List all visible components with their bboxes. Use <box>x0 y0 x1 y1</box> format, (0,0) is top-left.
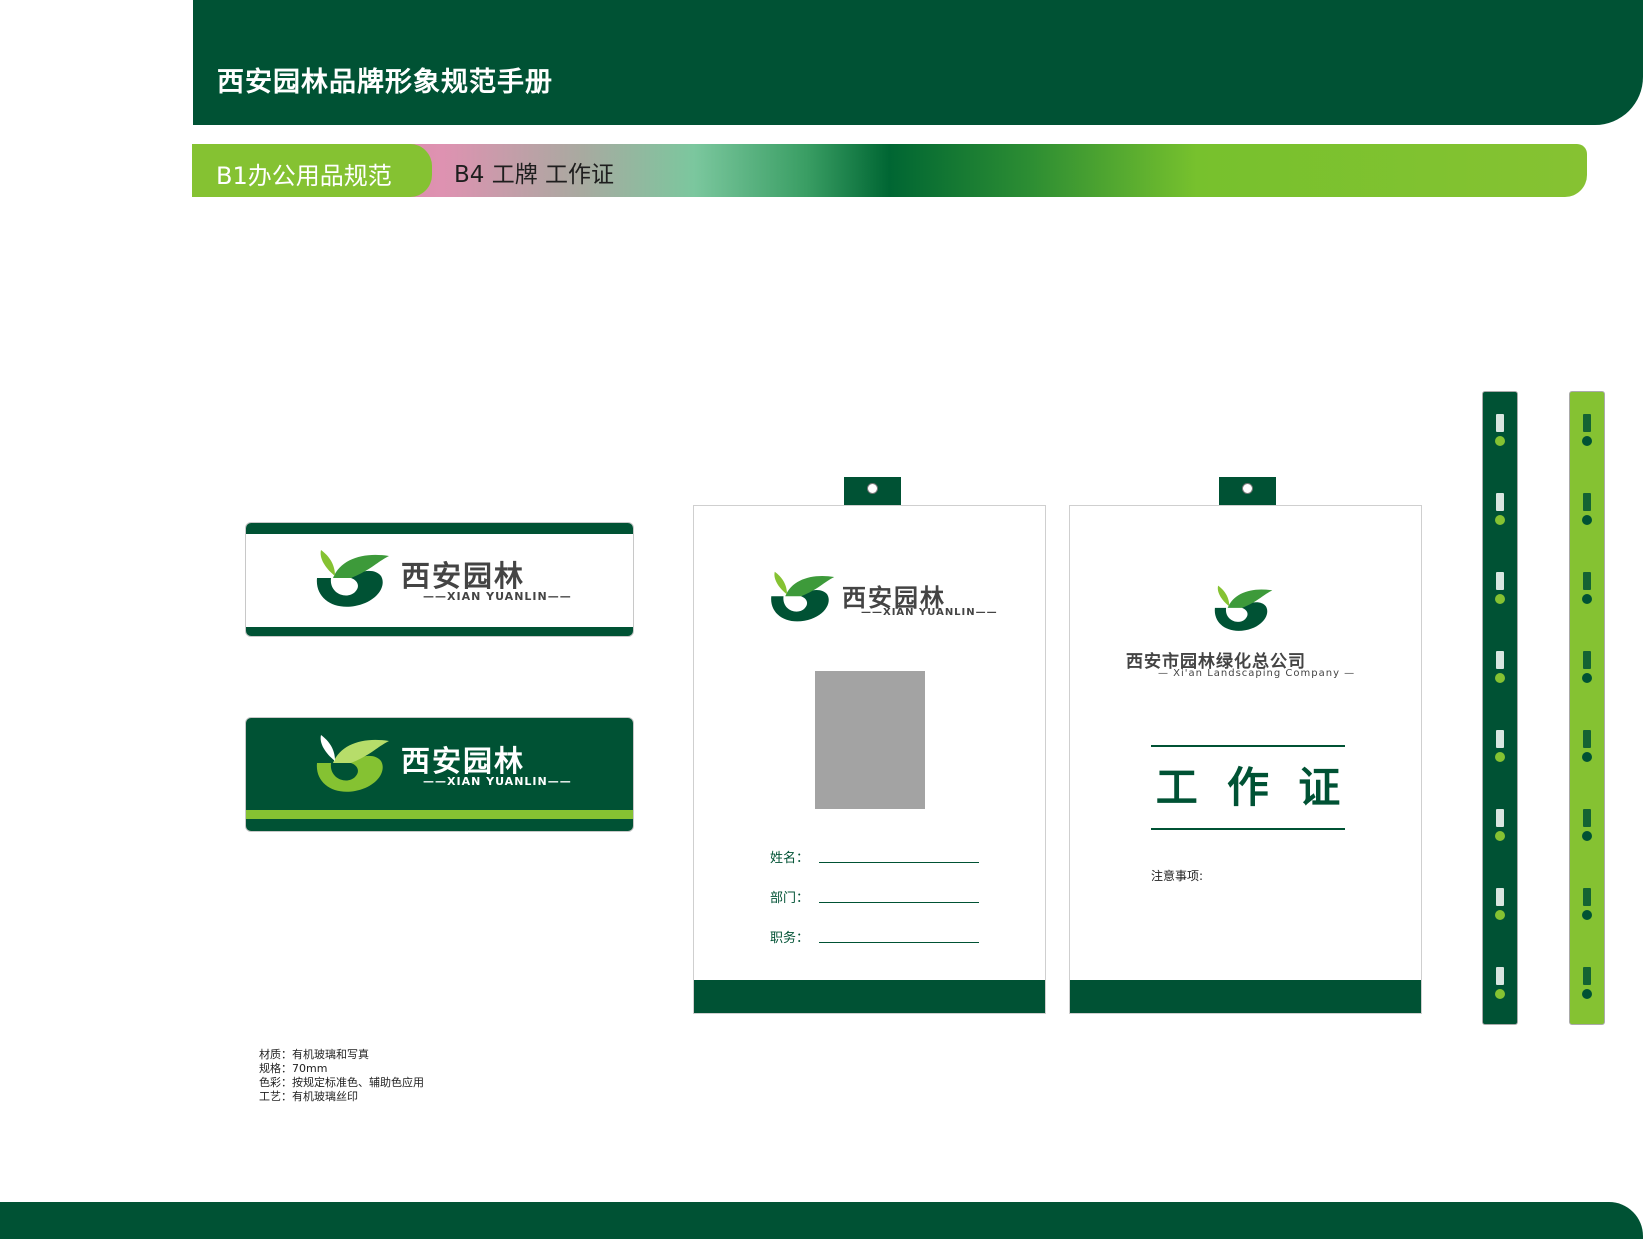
lanyard-logo-icon <box>1582 809 1592 841</box>
badge-accent-stripe <box>246 810 633 819</box>
company-name-en: — Xi'an Landscaping Company — <box>1158 668 1356 679</box>
field-name-label: 姓名： <box>770 851 810 866</box>
photo-placeholder <box>815 671 925 809</box>
section-subtitle: B4 工牌 工作证 <box>454 162 615 188</box>
field-title-label: 职务： <box>770 931 810 946</box>
section-tab: B1办公用品规范 <box>192 144 432 197</box>
note-material: 材质：有机玻璃和写真 <box>259 1048 369 1061</box>
card-footer-band <box>1070 980 1421 1013</box>
field-title-line <box>819 942 979 943</box>
brand-name-en: ——XIAN YUANLIN—— <box>423 590 572 603</box>
field-dept-label: 部门： <box>770 891 810 906</box>
card-title: 工 作 证 <box>1155 763 1341 812</box>
section-strip: B1办公用品规范 B4 工牌 工作证 <box>192 144 1587 197</box>
badge-top-band <box>246 523 633 534</box>
field-name-line <box>819 862 979 863</box>
lanyard-light <box>1569 391 1605 1025</box>
brand-name-en: ——XIAN YUANLIN—— <box>423 775 572 788</box>
title-rule-bottom <box>1151 828 1345 830</box>
lanyard-logo-icon <box>1495 651 1505 683</box>
logo-icon <box>1214 585 1273 631</box>
title-rule-top <box>1151 745 1345 747</box>
lanyard-logo-icon <box>1582 651 1592 683</box>
card-footer-band <box>694 980 1045 1013</box>
lanyard-logo-icon <box>1495 809 1505 841</box>
id-card-back: 西安市园林绿化总公司 — Xi'an Landscaping Company —… <box>1069 505 1422 1014</box>
note-color: 色彩：按规定标准色、辅助色应用 <box>259 1076 424 1089</box>
brand-name-cn: 西安园林 <box>401 744 526 778</box>
id-card-front: 西安园林 ——XIAN YUANLIN—— 姓名： 部门： 职务： <box>693 505 1046 1014</box>
lanyard-logo-icon <box>1495 572 1505 604</box>
section-label: B1办公用品规范 <box>216 162 392 190</box>
lanyard-logo-icon <box>1495 967 1505 999</box>
lanyard-logo-icon <box>1495 414 1505 446</box>
lanyard-logo-icon <box>1495 730 1505 762</box>
logo-icon <box>771 571 835 622</box>
notice-label: 注意事项: <box>1151 869 1204 883</box>
logo-icon <box>316 550 389 607</box>
footer-bar <box>0 1202 1643 1239</box>
header-bar: 西安园林品牌形象规范手册 <box>193 0 1643 125</box>
field-dept-line <box>819 902 979 903</box>
badge-bottom-band <box>246 627 633 636</box>
note-craft: 工艺：有机玻璃丝印 <box>259 1090 358 1103</box>
brand-name-cn: 西安园林 <box>401 559 526 593</box>
lanyard-dark <box>1482 391 1518 1025</box>
lanyard-logo-icon <box>1582 414 1592 446</box>
note-size: 规格：70mm <box>259 1062 328 1075</box>
lanyard-logo-icon <box>1495 888 1505 920</box>
lanyard-logo-icon <box>1582 967 1592 999</box>
clip-hole <box>1242 483 1253 494</box>
brand-name-en: ——XIAN YUANLIN—— <box>861 607 998 618</box>
clip-hole <box>867 483 878 494</box>
manual-title: 西安园林品牌形象规范手册 <box>217 67 553 98</box>
lanyard-logo-icon <box>1582 572 1592 604</box>
name-badge-green: 西安园林 ——XIAN YUANLIN—— <box>245 717 634 832</box>
lanyard-logo-icon <box>1495 493 1505 525</box>
lanyard-logo-icon <box>1582 888 1592 920</box>
spec-notes: 材质：有机玻璃和写真 规格：70mm 色彩：按规定标准色、辅助色应用 工艺：有机… <box>259 1048 424 1104</box>
lanyard-logo-icon <box>1582 493 1592 525</box>
name-badge-white: 西安园林 ——XIAN YUANLIN—— <box>245 522 634 637</box>
logo-icon <box>316 735 389 792</box>
lanyard-logo-icon <box>1582 730 1592 762</box>
